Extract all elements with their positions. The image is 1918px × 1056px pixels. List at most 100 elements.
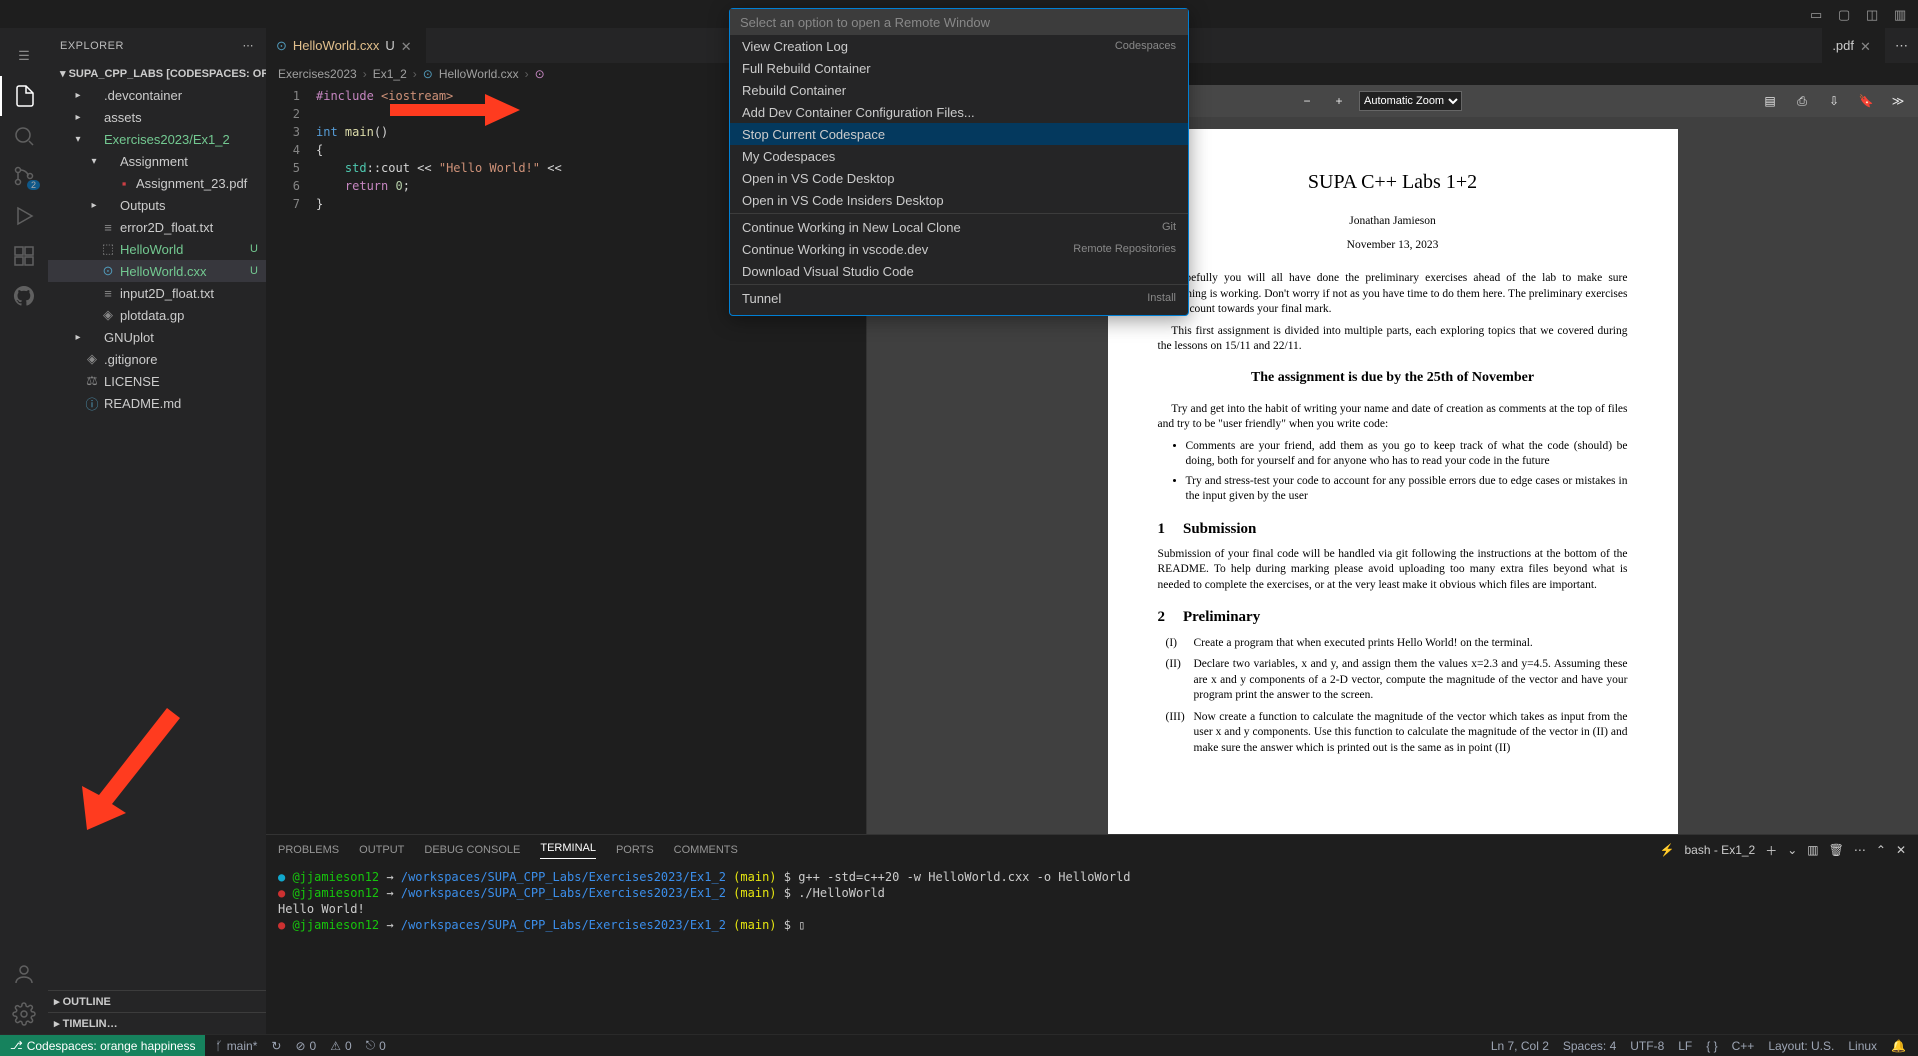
folder-item[interactable]: ▸.devcontainer: [48, 84, 266, 106]
palette-item[interactable]: Continue Working in New Local CloneGit: [730, 216, 1188, 238]
status-spaces[interactable]: Spaces: 4: [1563, 1039, 1616, 1053]
palette-item[interactable]: Continue Working in vscode.devRemote Rep…: [730, 238, 1188, 260]
timeline-section[interactable]: ▸ TIMELIN…: [48, 1012, 266, 1034]
status-remote[interactable]: Codespaces: orange happiness: [0, 1035, 205, 1056]
palette-item[interactable]: TunnelInstall: [730, 287, 1188, 309]
file-item[interactable]: ◈plotdata.gp: [48, 304, 266, 326]
sidebar-header: EXPLORER ⋯: [48, 28, 266, 63]
tab-helloworld[interactable]: ⊙ HelloWorld.cxx U ✕: [266, 28, 426, 63]
file-item[interactable]: ≡input2D_float.txt: [48, 282, 266, 304]
pdf-open-icon[interactable]: ▤: [1758, 89, 1782, 113]
status-errors[interactable]: 0: [295, 1039, 316, 1053]
palette-item[interactable]: Full Rebuild Container: [730, 57, 1188, 79]
file-item[interactable]: ⚖LICENSE: [48, 370, 266, 392]
panel-tab-ports[interactable]: PORTS: [616, 844, 654, 856]
file-item[interactable]: ▪Assignment_23.pdf: [48, 172, 266, 194]
layout-custom-icon[interactable]: ▥: [1894, 7, 1908, 21]
sidebar-more-icon[interactable]: ⋯: [243, 39, 255, 52]
extensions-icon[interactable]: [0, 236, 48, 276]
panel-tabs: PROBLEMS OUTPUT DEBUG CONSOLE TERMINAL P…: [266, 835, 1918, 865]
workspace-title[interactable]: ▾ SUPA_CPP_LABS [CODESPACES: ORANGE HAP…: [48, 63, 266, 84]
layout-center-icon[interactable]: ▢: [1838, 7, 1852, 21]
explorer-icon[interactable]: [0, 76, 48, 116]
palette-item[interactable]: Open in VS Code Insiders Desktop: [730, 189, 1188, 211]
more-icon[interactable]: ⋯: [1854, 843, 1866, 857]
terminal[interactable]: @jjamieson12 → /workspaces/SUPA_CPP_Labs…: [266, 865, 1918, 1034]
folder-item[interactable]: ▸Outputs: [48, 194, 266, 216]
source-control-icon[interactable]: 2: [0, 156, 48, 196]
palette-item[interactable]: My Codespaces: [730, 145, 1188, 167]
file-tree: ▸.devcontainer▸assets▾Exercises2023/Ex1_…: [48, 84, 266, 990]
sidebar: EXPLORER ⋯ ▾ SUPA_CPP_LABS [CODESPACES: …: [48, 28, 266, 1034]
zoom-select[interactable]: Automatic Zoom: [1359, 91, 1462, 111]
status-sync[interactable]: ↻: [271, 1039, 281, 1053]
terminal-panel: PROBLEMS OUTPUT DEBUG CONSOLE TERMINAL P…: [266, 834, 1918, 1034]
file-item[interactable]: ⊙HelloWorld.cxxU: [48, 260, 266, 282]
search-icon[interactable]: [0, 116, 48, 156]
pdf-save-icon[interactable]: ⇩: [1822, 89, 1846, 113]
outline-section[interactable]: ▸ OUTLINE: [48, 990, 266, 1012]
palette-input[interactable]: [730, 9, 1188, 35]
github-icon[interactable]: [0, 276, 48, 316]
palette-item[interactable]: SSH: [730, 309, 1188, 315]
palette-item[interactable]: Add Dev Container Configuration Files...: [730, 101, 1188, 123]
folder-item[interactable]: ▸GNUplot: [48, 326, 266, 348]
palette-item[interactable]: Download Visual Studio Code: [730, 260, 1188, 282]
panel-tab-terminal[interactable]: TERMINAL: [540, 842, 596, 859]
status-encoding[interactable]: UTF-8: [1630, 1039, 1664, 1053]
line-gutter: 1234567: [266, 85, 316, 685]
status-brackets[interactable]: { }: [1706, 1039, 1717, 1053]
terminal-shell-icon[interactable]: ⚡: [1660, 843, 1675, 857]
panel-tab-comments[interactable]: COMMENTS: [674, 844, 738, 856]
panel-tab-debug[interactable]: DEBUG CONSOLE: [424, 844, 520, 856]
close-icon[interactable]: ✕: [1860, 39, 1874, 53]
folder-item[interactable]: ▾Exercises2023/Ex1_2: [48, 128, 266, 150]
folder-item[interactable]: ▾Assignment: [48, 150, 266, 172]
pdf-date: November 13, 2023: [1158, 238, 1628, 254]
chevron-down-icon[interactable]: ⌄: [1787, 843, 1797, 857]
tab-pdf[interactable]: .pdf ✕: [1822, 28, 1885, 63]
new-terminal-icon[interactable]: ＋: [1765, 842, 1777, 859]
folder-item[interactable]: ▸assets: [48, 106, 266, 128]
statusbar: Codespaces: orange happiness ᚶ main* ↻ 0…: [0, 1034, 1918, 1056]
panel-tab-problems[interactable]: PROBLEMS: [278, 844, 339, 856]
menu-icon[interactable]: ☰: [0, 36, 48, 76]
palette-item[interactable]: Rebuild Container: [730, 79, 1188, 101]
status-bell-icon[interactable]: 🔔: [1891, 1039, 1906, 1053]
file-item[interactable]: ⓘREADME.md: [48, 392, 266, 414]
zoom-out-icon[interactable]: −: [1295, 89, 1319, 113]
status-branch[interactable]: ᚶ main*: [215, 1039, 257, 1053]
status-warnings[interactable]: 0: [330, 1039, 351, 1053]
file-item[interactable]: ≡error2D_float.txt: [48, 216, 266, 238]
status-layout[interactable]: Layout: U.S.: [1768, 1039, 1834, 1053]
tab-more-icon[interactable]: ⋯: [1895, 38, 1908, 54]
pdf-due: The assignment is due by the 25th of Nov…: [1158, 369, 1628, 388]
palette-item[interactable]: View Creation LogCodespaces: [730, 35, 1188, 57]
palette-item[interactable]: Open in VS Code Desktop: [730, 167, 1188, 189]
palette-item[interactable]: Stop Current Codespace: [730, 123, 1188, 145]
pdf-title: SUPA C++ Labs 1+2: [1158, 169, 1628, 196]
close-icon[interactable]: ✕: [401, 39, 415, 53]
settings-gear-icon[interactable]: [0, 994, 48, 1034]
maximize-panel-icon[interactable]: ⌃: [1876, 843, 1886, 857]
split-terminal-icon[interactable]: ▥: [1807, 843, 1818, 857]
pdf-print-icon[interactable]: ⎙: [1790, 89, 1814, 113]
status-eol[interactable]: LF: [1678, 1039, 1692, 1053]
panel-tab-output[interactable]: OUTPUT: [359, 844, 404, 856]
layout-panel-icon[interactable]: ▭: [1810, 7, 1824, 21]
status-cursor[interactable]: Ln 7, Col 2: [1491, 1039, 1549, 1053]
layout-sidebar-icon[interactable]: ◫: [1866, 7, 1880, 21]
status-lang[interactable]: C++: [1732, 1039, 1755, 1053]
pdf-bookmark-icon[interactable]: 🔖: [1854, 89, 1878, 113]
zoom-in-icon[interactable]: +: [1327, 89, 1351, 113]
file-item[interactable]: ◈.gitignore: [48, 348, 266, 370]
run-debug-icon[interactable]: [0, 196, 48, 236]
close-panel-icon[interactable]: ✕: [1896, 843, 1906, 857]
account-icon[interactable]: [0, 954, 48, 994]
file-item[interactable]: ⬚HelloWorldU: [48, 238, 266, 260]
status-ports[interactable]: 0: [366, 1038, 386, 1053]
terminal-label[interactable]: bash - Ex1_2: [1685, 843, 1756, 857]
status-os[interactable]: Linux: [1848, 1039, 1877, 1053]
kill-terminal-icon[interactable]: 🗑: [1829, 843, 1844, 857]
pdf-tools-icon[interactable]: ≫: [1886, 89, 1910, 113]
